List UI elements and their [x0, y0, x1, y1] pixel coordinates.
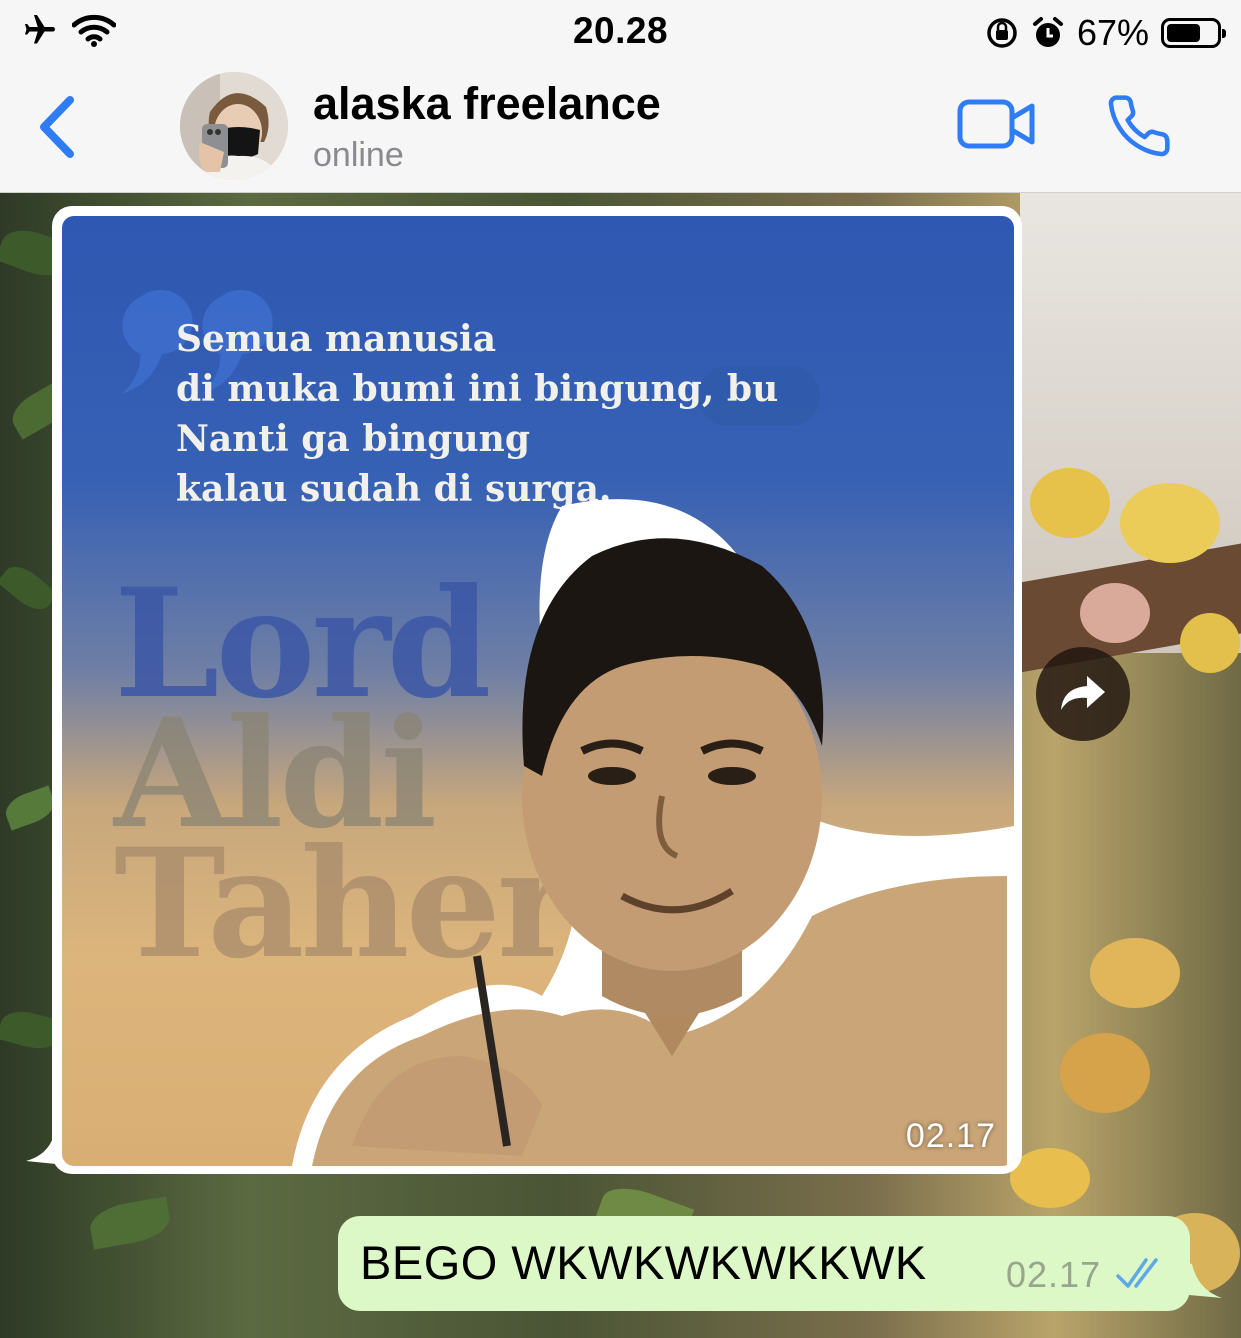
contact-status: online — [313, 136, 404, 174]
image-timestamp: 02.17 — [905, 1117, 996, 1155]
forward-button[interactable] — [1036, 647, 1130, 741]
alarm-icon — [1032, 17, 1063, 47]
battery-icon — [1161, 18, 1226, 48]
read-receipt-icon — [1116, 1258, 1158, 1288]
outgoing-message-bubble[interactable]: BEGO WKWKWKWKKWK 02.17 — [338, 1216, 1190, 1311]
battery-percent: 67% — [1076, 12, 1149, 53]
back-chevron-icon[interactable] — [30, 92, 90, 162]
quote-line: Nanti ga bingung — [176, 418, 530, 460]
person-photo — [292, 499, 1014, 1166]
quote-line: di muka bumi ini bingung, bu — [176, 368, 779, 410]
shared-image[interactable]: Semua manusia di muka bumi ini bingung, … — [62, 216, 1014, 1166]
status-right-icons: 67% — [985, 12, 1226, 54]
avatar-photo — [180, 72, 288, 180]
video-call-icon[interactable] — [956, 96, 1036, 152]
chat-header: alaska freelance online — [0, 62, 1241, 193]
phone-call-icon[interactable] — [1105, 92, 1173, 160]
forward-arrow-icon — [1061, 676, 1105, 710]
rotation-lock-icon — [987, 18, 1017, 48]
contact-avatar[interactable] — [180, 72, 288, 180]
poster-quote: Semua manusia di muka bumi ini bingung, … — [176, 314, 778, 514]
message-text: BEGO WKWKWKWKKWK — [360, 1236, 927, 1289]
contact-name[interactable]: alaska freelance — [313, 78, 661, 130]
message-timestamp: 02.17 — [1006, 1254, 1102, 1295]
quote-line: Semua manusia — [176, 318, 497, 360]
status-bar: 20.28 67% — [0, 0, 1241, 62]
